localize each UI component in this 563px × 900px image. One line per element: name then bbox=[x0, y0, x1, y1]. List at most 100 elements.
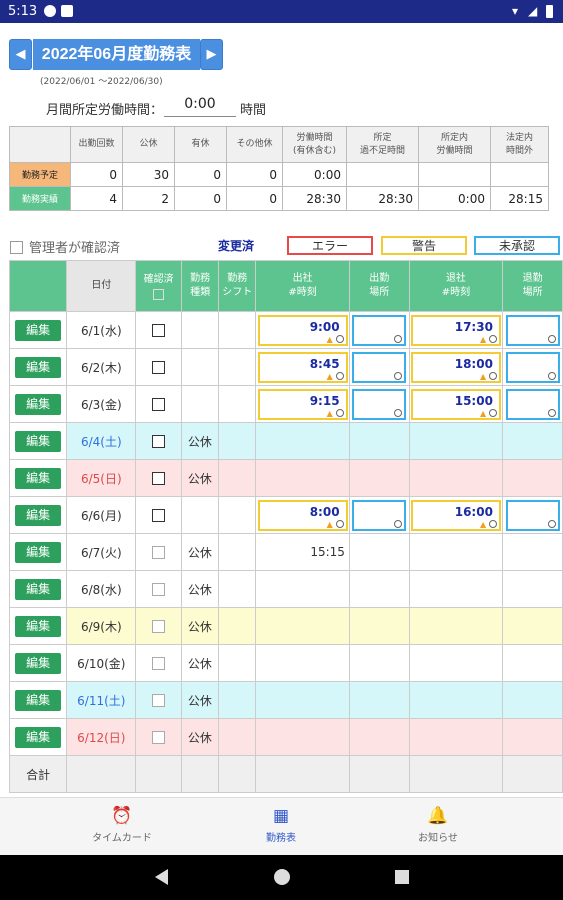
warning-icon: ▲ bbox=[326, 519, 333, 529]
clock-in-cell bbox=[255, 718, 350, 756]
header-label: 勤務 種類 bbox=[190, 273, 211, 298]
edit-button[interactable]: 編集 bbox=[15, 726, 62, 748]
clock-out-place-cell bbox=[502, 644, 563, 682]
clock-out-place-input[interactable] bbox=[505, 499, 560, 531]
clock-out-place-input[interactable] bbox=[505, 388, 560, 420]
edit-button[interactable]: 編集 bbox=[15, 689, 62, 711]
clock-out-input[interactable]: 15:00 ▲ bbox=[410, 388, 501, 420]
clock-out-place-cell bbox=[502, 422, 563, 460]
total-cell bbox=[255, 755, 350, 793]
confirmed-cell bbox=[135, 422, 182, 460]
clock-out-place-input[interactable] bbox=[505, 314, 560, 346]
clock-in-value: 9:00 bbox=[309, 319, 340, 334]
attendance-header: 日付 bbox=[66, 260, 137, 312]
manager-confirmed-checkbox[interactable] bbox=[10, 241, 23, 254]
attendance-row: 編集 6/12(日) 公休 bbox=[8, 718, 563, 756]
edit-cell: 編集 bbox=[8, 644, 68, 682]
clock-in-place-cell bbox=[348, 496, 410, 534]
confirmed-cell bbox=[135, 607, 182, 645]
back-icon[interactable] bbox=[155, 869, 168, 885]
confirm-all-checkbox[interactable] bbox=[153, 288, 165, 300]
warning-icon: ▲ bbox=[479, 408, 487, 418]
warning-icon: ▲ bbox=[479, 519, 487, 529]
clock-in-cell bbox=[255, 644, 350, 682]
clock-in-place-input[interactable] bbox=[352, 499, 407, 531]
edit-button[interactable]: 編集 bbox=[15, 467, 62, 489]
confirmed-checkbox[interactable] bbox=[152, 471, 166, 485]
total-cell bbox=[218, 755, 257, 793]
edit-button[interactable]: 編集 bbox=[15, 430, 62, 452]
edit-button[interactable]: 編集 bbox=[15, 356, 62, 378]
clock-icon bbox=[488, 408, 497, 417]
attendance-row: 編集 6/1(水) 9:00 ▲ 17:30 ▲ bbox=[8, 311, 563, 349]
summary-cell: 0:00 bbox=[282, 162, 347, 187]
tab-timecard[interactable]: ⏰ タイムカード bbox=[62, 798, 182, 856]
clock-in-input[interactable]: 9:15 ▲ bbox=[257, 388, 348, 420]
manager-confirmed-toggle[interactable]: 管理者が確認済 bbox=[10, 237, 120, 256]
home-icon[interactable] bbox=[274, 869, 290, 885]
clock-icon bbox=[394, 408, 403, 417]
clock-in-place-input[interactable] bbox=[352, 388, 407, 420]
clock-in-cell bbox=[255, 570, 350, 608]
edit-button[interactable]: 編集 bbox=[15, 393, 62, 415]
clock-in-value: 8:45 bbox=[309, 356, 340, 371]
edit-button[interactable]: 編集 bbox=[15, 319, 62, 341]
summary-header: 所定 過不足時間 bbox=[346, 126, 419, 163]
clock-out-place-cell bbox=[502, 570, 563, 608]
clock-in-input[interactable]: 8:00 ▲ bbox=[257, 499, 348, 531]
next-month-button[interactable]: ▶ bbox=[200, 39, 223, 70]
shift-cell bbox=[218, 681, 257, 719]
clock-in-place-cell bbox=[348, 681, 410, 719]
edit-button[interactable]: 編集 bbox=[15, 652, 62, 674]
edit-button[interactable]: 編集 bbox=[15, 578, 62, 600]
clock-out-value: 17:30 bbox=[454, 319, 493, 334]
confirmed-checkbox[interactable] bbox=[152, 730, 166, 744]
clock-in-input[interactable]: 9:00 ▲ bbox=[257, 314, 348, 346]
clock-out-cell bbox=[408, 681, 504, 719]
attendance-row: 編集 6/11(土) 公休 bbox=[8, 681, 563, 719]
clock-icon bbox=[394, 334, 403, 343]
total-cell bbox=[408, 755, 504, 793]
clock-out-input[interactable]: 18:00 ▲ bbox=[410, 351, 501, 383]
clock-in-cell: 15:15 bbox=[255, 533, 350, 571]
attendance-header: 出勤 場所 bbox=[348, 260, 410, 312]
confirmed-checkbox[interactable] bbox=[152, 545, 166, 559]
summary-cell: 0 bbox=[226, 162, 283, 187]
work-type-cell: 公休 bbox=[180, 459, 220, 497]
header-label: 退勤 場所 bbox=[522, 273, 543, 298]
clock-out-place-input[interactable] bbox=[505, 351, 560, 383]
confirmed-checkbox[interactable] bbox=[152, 360, 166, 374]
summary-header: 公休 bbox=[122, 126, 175, 163]
confirmed-checkbox[interactable] bbox=[152, 397, 166, 411]
edit-button[interactable]: 編集 bbox=[15, 615, 62, 637]
clock-out-input[interactable]: 17:30 ▲ bbox=[410, 314, 501, 346]
confirmed-checkbox[interactable] bbox=[152, 582, 166, 596]
confirmed-cell bbox=[135, 348, 182, 386]
tab-worksheet[interactable]: ▦ 勤務表 bbox=[221, 798, 341, 856]
edit-button[interactable]: 編集 bbox=[15, 504, 62, 526]
confirmed-checkbox[interactable] bbox=[152, 434, 166, 448]
clock-out-input[interactable]: 16:00 ▲ bbox=[410, 499, 501, 531]
confirmed-checkbox[interactable] bbox=[152, 323, 166, 337]
clock-out-place-cell bbox=[502, 459, 563, 497]
clock-in-place-cell bbox=[348, 348, 410, 386]
summary-cell: 28:30 bbox=[346, 186, 419, 211]
clock-icon bbox=[547, 408, 556, 417]
tab-notices[interactable]: 🔔 お知らせ bbox=[378, 798, 498, 856]
clock-out-cell: 18:00 ▲ bbox=[408, 348, 504, 386]
prev-month-button[interactable]: ◀ bbox=[9, 39, 32, 70]
attendance-row: 編集 6/8(水) 公休 bbox=[8, 570, 563, 608]
clock-in-place-cell bbox=[348, 311, 410, 349]
clock-in-place-input[interactable] bbox=[352, 351, 407, 383]
clock-in-value: 9:15 bbox=[309, 393, 340, 408]
confirmed-checkbox[interactable] bbox=[152, 619, 166, 633]
confirmed-checkbox[interactable] bbox=[152, 508, 166, 522]
work-type-cell bbox=[180, 348, 220, 386]
confirmed-checkbox[interactable] bbox=[152, 656, 166, 670]
work-type-cell: 公休 bbox=[180, 644, 220, 682]
recents-icon[interactable] bbox=[395, 870, 409, 884]
clock-in-input[interactable]: 8:45 ▲ bbox=[257, 351, 348, 383]
clock-in-place-input[interactable] bbox=[352, 314, 407, 346]
confirmed-checkbox[interactable] bbox=[152, 693, 166, 707]
edit-button[interactable]: 編集 bbox=[15, 541, 62, 563]
